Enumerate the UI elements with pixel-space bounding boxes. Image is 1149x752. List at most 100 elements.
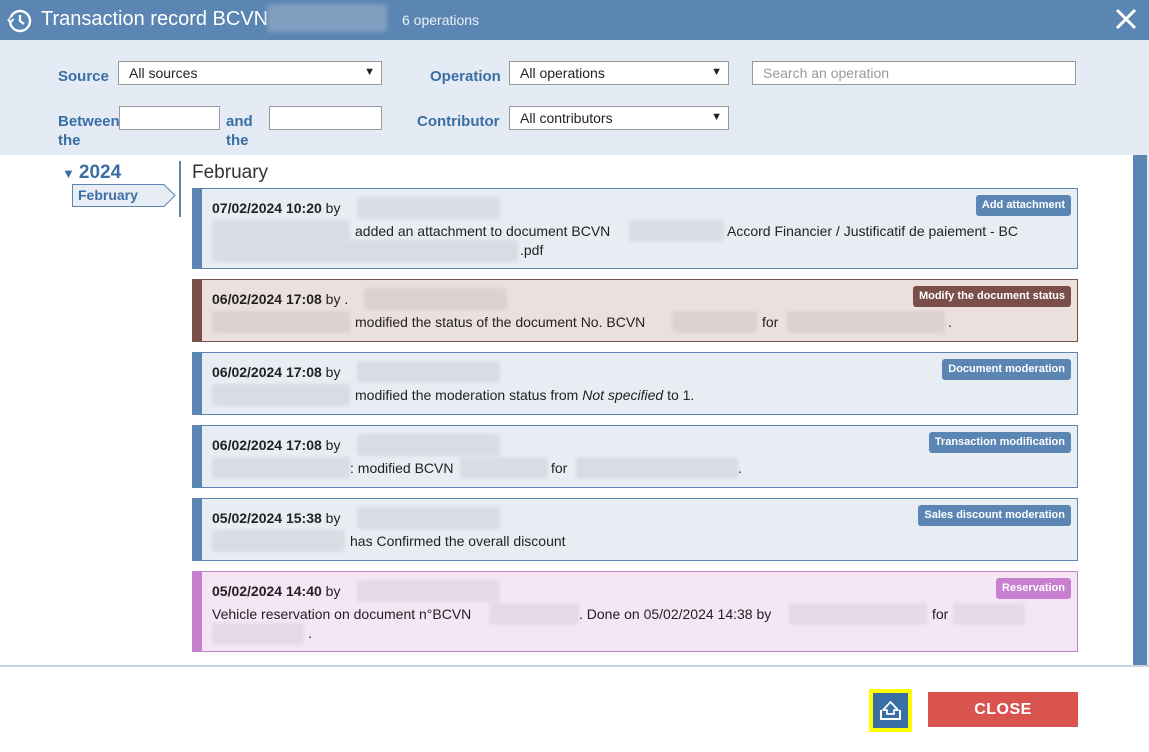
redacted-user — [212, 220, 350, 242]
redacted-user — [357, 197, 500, 219]
export-button-body — [873, 693, 908, 728]
entry-text: . — [738, 460, 742, 476]
entry-by: by — [325, 583, 341, 599]
operation-entry: 06/02/2024 17:08 by . Modify the documen… — [192, 279, 1078, 342]
entry-text: . — [948, 314, 952, 330]
entry-datetime: 07/02/2024 10:20 — [212, 200, 322, 216]
operation-label: Operation — [430, 68, 501, 85]
redacted-user — [789, 603, 927, 625]
date-from-field[interactable] — [119, 106, 220, 130]
filter-panel: Source All sources ▼ Operation All opera… — [0, 40, 1149, 155]
entry-text: .pdf — [520, 242, 544, 258]
entry-text: for — [551, 460, 568, 476]
entry-text-emphasis: Not specified — [582, 387, 664, 403]
search-input[interactable]: Search an operation — [752, 61, 1076, 85]
operation-badge: Modify the document status — [912, 286, 1071, 307]
export-icon — [880, 701, 901, 720]
month-chip-label: February — [78, 187, 138, 203]
timeline-divider — [179, 161, 181, 217]
source-select[interactable]: All sources ▼ — [118, 61, 382, 85]
redacted-number — [489, 603, 579, 625]
entry-text-part: modified the moderation status from — [355, 387, 579, 403]
entry-header: 06/02/2024 17:08 by — [212, 437, 340, 453]
operations-count: 6 operations — [402, 12, 480, 28]
month-heading: February — [192, 162, 269, 183]
close-icon[interactable] — [1113, 6, 1139, 32]
window-title: Transaction record BCVN — [41, 8, 269, 30]
export-button[interactable] — [869, 689, 912, 732]
redacted-number — [460, 457, 548, 479]
entry-text: for — [762, 314, 779, 330]
operation-badge: Document moderation — [942, 359, 1071, 380]
date-to-field[interactable] — [269, 106, 382, 130]
year-label: 2024 — [78, 162, 122, 183]
close-button[interactable]: CLOSE — [928, 692, 1078, 727]
entry-by: by — [325, 200, 341, 216]
redacted-status — [787, 311, 945, 333]
month-nav-february[interactable]: February — [72, 184, 176, 207]
entry-text: Accord Financier / Justificatif de paiem… — [727, 223, 1019, 239]
entry-header: 06/02/2024 17:08 by . — [212, 291, 348, 307]
operation-badge: Reservation — [996, 578, 1071, 599]
operation-badge: Sales discount moderation — [918, 505, 1071, 526]
entry-datetime: 06/02/2024 17:08 — [212, 364, 322, 380]
entry-text-part: to 1. — [667, 387, 695, 403]
redacted-user — [212, 530, 345, 552]
entry-by: by — [325, 437, 341, 453]
entry-text: modified the status of the document No. … — [355, 314, 646, 330]
entry-text: has Confirmed the overall discount — [350, 533, 566, 549]
entry-text: modified the moderation status from Not … — [355, 387, 694, 403]
contributor-label: Contributor — [417, 113, 500, 130]
entry-by: by — [325, 364, 341, 380]
redacted-user — [212, 384, 350, 406]
triangle-down-icon: ▼ — [62, 166, 75, 181]
footer-divider — [0, 665, 1149, 667]
entry-datetime: 05/02/2024 14:40 — [212, 583, 322, 599]
redacted-user — [357, 580, 500, 602]
scrollbar-thumb[interactable] — [1133, 155, 1147, 665]
entry-by: by — [325, 510, 341, 526]
redacted-user — [364, 288, 507, 310]
entry-text: : modified BCVN — [350, 460, 454, 476]
and-label: and the — [226, 113, 253, 149]
operation-badge: Transaction modification — [928, 432, 1071, 453]
operation-badge: Add attachment — [975, 195, 1071, 216]
source-label: Source — [58, 68, 109, 85]
redacted-user — [357, 434, 500, 456]
title-bar: Transaction record BCVN 6 operations — [0, 0, 1149, 40]
chevron-down-icon: ▼ — [711, 66, 722, 78]
contributor-select[interactable]: All contributors ▼ — [509, 106, 729, 130]
entry-datetime: 06/02/2024 17:08 — [212, 437, 322, 453]
entry-text: . — [308, 625, 312, 641]
operation-entry: 06/02/2024 17:08 by Document moderation … — [192, 352, 1078, 415]
operation-select[interactable]: All operations ▼ — [509, 61, 729, 85]
redacted-number — [629, 220, 724, 242]
redacted-user — [357, 507, 500, 529]
chevron-down-icon: ▼ — [364, 66, 375, 78]
entry-header: 07/02/2024 10:20 by — [212, 200, 340, 216]
entry-datetime: 06/02/2024 17:08 — [212, 291, 322, 307]
entry-text: Vehicle reservation on document n°BCVN — [212, 606, 472, 622]
source-select-value: All sources — [129, 65, 198, 81]
year-toggle[interactable]: ▼ 2024 — [62, 162, 121, 184]
redacted-customer — [212, 623, 304, 645]
entry-header: 05/02/2024 15:38 by — [212, 510, 340, 526]
entry-header: 05/02/2024 14:40 by — [212, 583, 340, 599]
search-placeholder: Search an operation — [763, 65, 890, 81]
entry-by: by . — [325, 291, 349, 307]
redacted-title-number — [267, 4, 387, 32]
entry-datetime: 05/02/2024 15:38 — [212, 510, 322, 526]
operation-select-value: All operations — [520, 65, 605, 81]
entry-text: . Done on 05/02/2024 14:38 by — [579, 606, 772, 622]
history-icon — [7, 9, 32, 33]
redacted-user — [212, 457, 350, 479]
between-label: Between the — [58, 113, 120, 149]
redacted-user — [212, 311, 350, 333]
operation-entry: 05/02/2024 15:38 by Sales discount moder… — [192, 498, 1078, 561]
operation-entry: 06/02/2024 17:08 by Transaction modifica… — [192, 425, 1078, 488]
redacted-filename — [212, 240, 518, 262]
operation-entry: 05/02/2024 14:40 by Reservation Vehicle … — [192, 571, 1078, 652]
entry-text: added an attachment to document BCVN — [355, 223, 611, 239]
redacted-user — [357, 361, 500, 383]
contributor-select-value: All contributors — [520, 110, 613, 126]
